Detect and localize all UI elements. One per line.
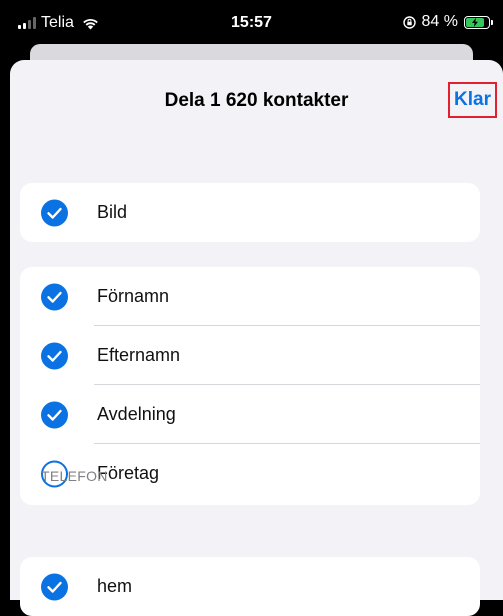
checkmark-selected-icon[interactable] (41, 573, 68, 600)
field-row-fornamn[interactable]: Förnamn (20, 267, 480, 326)
status-right: 84 % (402, 13, 493, 31)
status-bar: Telia 15:57 84 % (0, 0, 503, 46)
battery-icon (464, 15, 490, 29)
done-button[interactable]: Klar (448, 82, 497, 118)
checkmark-selected-icon[interactable] (41, 283, 68, 310)
checkmark-selected-icon[interactable] (41, 342, 68, 369)
photo-group: Bild (20, 183, 480, 242)
section-header-telefon: TELEFON (41, 468, 108, 484)
checkmark-selected-icon[interactable] (41, 401, 68, 428)
field-label: Förnamn (97, 286, 170, 306)
field-row-bild[interactable]: Bild (20, 183, 480, 242)
field-label: Bild (97, 202, 128, 222)
checkmark-selected-icon[interactable] (41, 199, 68, 226)
orientation-lock-icon (402, 15, 416, 29)
battery-percentage: 84 % (421, 13, 458, 30)
sheet-title: Dela 1 620 kontakter (164, 90, 349, 111)
phone-group: hem (20, 557, 480, 616)
field-row-hem[interactable]: hem (20, 557, 480, 616)
charging-bolt-icon (472, 17, 479, 27)
field-row-efternamn[interactable]: Efternamn (20, 326, 480, 385)
field-label: Efternamn (97, 345, 181, 365)
field-label: Avdelning (97, 404, 176, 424)
field-row-avdelning[interactable]: Avdelning (20, 385, 480, 444)
